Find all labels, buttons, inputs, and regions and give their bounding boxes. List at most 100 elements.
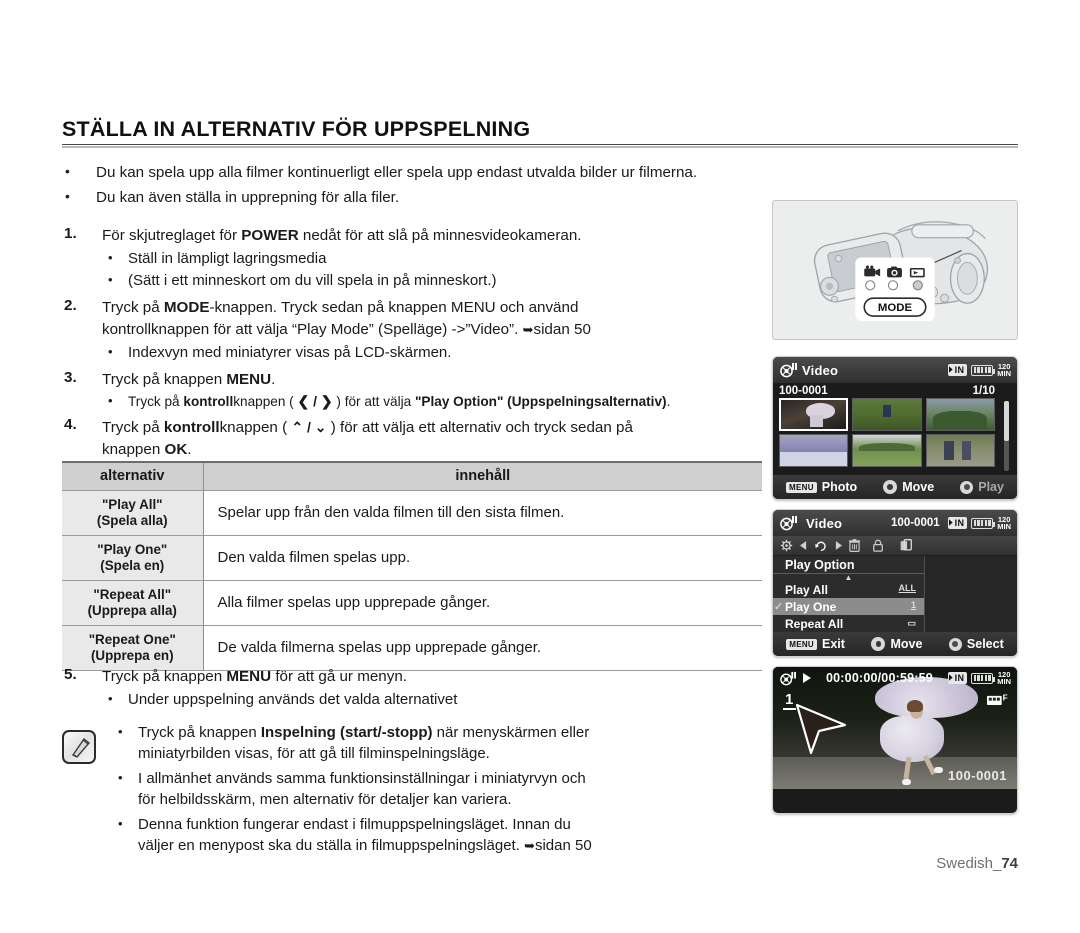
left-right-arrow-icon: ❮ / ❯: [297, 393, 333, 409]
step-text-part: För skjutreglaget för: [102, 227, 242, 244]
format-letter: F: [1003, 693, 1008, 702]
menu-item-play-all[interactable]: Play All ALL: [773, 581, 924, 598]
option-label-sv: (Upprepa en): [90, 647, 174, 663]
step-text-part: ) för att välja ett alternativ och tryck…: [326, 419, 633, 436]
one-icon: 1: [910, 600, 916, 610]
copy-icon[interactable]: [900, 539, 912, 552]
menu-option-list: Play Option ▲ Play All ALL ✓ Play One 1 …: [773, 556, 925, 640]
pointer-cursor-icon: [795, 703, 847, 755]
control-keyword: kontroll: [183, 394, 234, 409]
playback-video-area: 00:00:00/00:59:59 IN 120 MIN 1 F 100-000…: [773, 667, 1017, 789]
lcd-title: Video: [806, 515, 843, 531]
softkey-exit[interactable]: MENU Exit: [786, 637, 845, 651]
thumb-soccer-field[interactable]: [852, 398, 922, 431]
page-arrow-icon: ➥: [522, 322, 534, 337]
note-pencil-icon: [62, 730, 96, 764]
step-substep: Under uppspelning används det valda alte…: [102, 688, 777, 710]
camcorder-mode-button-illustration: MODE: [772, 200, 1018, 340]
option-cell: "Repeat All" (Upprepa alla): [62, 580, 204, 626]
menu-tab-bar: [773, 536, 1017, 556]
step-text-part: nedåt för att slå på minnesvideokameran.: [298, 227, 582, 244]
menu-list-header: Play Option: [773, 556, 924, 574]
step-number: 4.: [64, 416, 77, 433]
softkey-select[interactable]: Select: [948, 637, 1004, 651]
playback-osd-top: 00:00:00/00:59:59 IN 120 MIN: [773, 667, 1017, 689]
thumb-green-meadow[interactable]: [852, 434, 922, 467]
dress-shape: [880, 715, 944, 763]
softkey-label: Move: [890, 637, 923, 651]
option-label-en: "Play One": [97, 541, 168, 557]
quality-format-icon: F: [987, 693, 1009, 709]
note-list: Tryck på knappen Inspelning (start/-stop…: [112, 721, 777, 856]
menu-item-label: Play All: [785, 582, 828, 597]
video-mode-icon: [780, 516, 797, 531]
manual-page: STÄLLA IN ALTERNATIV FÖR UPPSPELNING Du …: [0, 0, 1080, 933]
step-text-part: knappen: [102, 441, 165, 458]
thumb-girl-umbrella[interactable]: [779, 398, 849, 431]
note-item: I allmänhet används samma funktionsinstä…: [112, 767, 777, 810]
softkey-play[interactable]: Play: [960, 480, 1004, 494]
option-label-sv: (Upprepa alla): [87, 602, 177, 618]
mode-keyword: MODE: [163, 299, 210, 316]
play-option-icon[interactable]: [814, 539, 828, 552]
title-divider: [62, 144, 1018, 148]
note-part: miniatyrbilden visas, för att gå till fi…: [138, 745, 490, 762]
menu-item-repeat-all[interactable]: Repeat All ▭: [773, 615, 924, 632]
note-part: Tryck på knappen: [138, 724, 261, 741]
lcd-soft-key-bar: MENU Exit Move Select: [773, 632, 1017, 656]
step-text-part: för att gå ur menyn.: [271, 668, 408, 685]
settings-gear-icon[interactable]: [780, 539, 793, 552]
step-text: Tryck på knappen MENU för att gå ur meny…: [102, 666, 777, 688]
page-title: STÄLLA IN ALTERNATIV FÖR UPPSPELNING: [62, 117, 531, 141]
arrow-right-icon[interactable]: [835, 541, 842, 550]
option-label-sv: (Spela alla): [96, 512, 168, 528]
remaining-time-unit: MIN: [997, 369, 1011, 378]
arrow-left-icon[interactable]: [800, 541, 807, 550]
content-cell: De valda filmerna spelas upp upprepade g…: [203, 625, 762, 671]
step-substep-cont: (Sätt i ett minneskort om du vill spela …: [102, 269, 777, 291]
thumbnail-meta: 100-0001 1/10: [779, 385, 1011, 397]
softkey-move[interactable]: Move: [871, 637, 922, 651]
menu-content: Play Option ▲ Play All ALL ✓ Play One 1 …: [773, 556, 1017, 640]
table-header-row: alternativ innehåll: [62, 462, 762, 491]
softkey-label: Exit: [822, 637, 845, 651]
content-cell: Alla filmer spelas upp upprepade gånger.: [203, 580, 762, 626]
softkey-photo[interactable]: MENU Photo: [786, 480, 857, 494]
ok-button-icon: [948, 637, 962, 651]
scrollbar-thumb[interactable]: [1004, 401, 1009, 441]
thumb-rollerbladers[interactable]: [925, 434, 995, 467]
battery-full-icon: [971, 672, 996, 684]
video-mode-icon: [780, 363, 797, 378]
trash-icon[interactable]: [849, 539, 860, 552]
menu-key-icon: MENU: [786, 638, 818, 650]
hair-shape: [907, 699, 924, 712]
softkey-label: Select: [966, 637, 1004, 651]
step-substep: Ställ in lämpligt lagringsmedia: [102, 247, 777, 269]
content-cell: Den valda filmen spelas upp.: [203, 535, 762, 581]
menu-item-label: Repeat All: [785, 616, 844, 631]
option-label-en: "Repeat One": [88, 631, 176, 647]
menu-item-play-one[interactable]: ✓ Play One 1: [773, 598, 924, 615]
step-text-part: .: [271, 371, 276, 388]
step-number: 2.: [64, 297, 77, 314]
thumb-mountain-trees[interactable]: [925, 398, 995, 431]
scroll-up-caret-icon[interactable]: ▲: [773, 574, 924, 582]
substep-part: ) för att välja: [332, 394, 415, 409]
dpad-icon: [883, 480, 898, 494]
lock-icon[interactable]: [873, 539, 883, 552]
softkey-move[interactable]: Move: [883, 480, 934, 494]
step-1: 1. För skjutreglaget för POWER nedåt för…: [62, 225, 777, 291]
storage-in-badge: IN: [947, 364, 968, 376]
table-row: "Repeat All" (Upprepa alla) Alla filmer s…: [62, 580, 762, 626]
step-text-part: Tryck på knappen: [102, 371, 227, 388]
step-text-part: kontrollknappen för att välja “Play Mode…: [102, 321, 519, 338]
scrollbar[interactable]: [1004, 401, 1009, 471]
svg-text:MODE: MODE: [878, 302, 913, 314]
thumb-snow-river[interactable]: [779, 434, 849, 467]
remaining-time: 120 MIN: [997, 362, 1011, 378]
option-label-sv: (Spela en): [100, 557, 165, 573]
table-row: "Repeat One" (Upprepa en) De valda filmer…: [62, 625, 762, 671]
file-number: 100-0001: [891, 517, 940, 529]
up-down-arrow-icon: ⌃ / ⌄: [291, 419, 327, 435]
menu-key-icon: MENU: [786, 481, 817, 493]
